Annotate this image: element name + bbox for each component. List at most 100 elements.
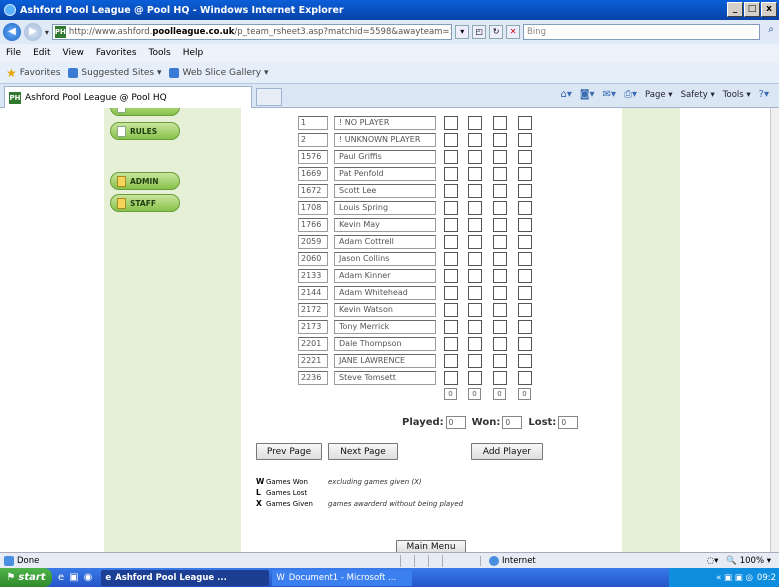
game-result-box[interactable]	[518, 235, 532, 249]
quick-launch-desktop-icon[interactable]: ▣	[69, 572, 78, 583]
game-result-box[interactable]	[468, 320, 482, 334]
game-result-box[interactable]	[518, 184, 532, 198]
player-id-field[interactable]: 2133	[298, 269, 328, 283]
game-result-box[interactable]	[493, 269, 507, 283]
menu-file[interactable]: File	[6, 48, 21, 58]
player-id-field[interactable]: 2221	[298, 354, 328, 368]
protected-mode-icon[interactable]: ◌▾	[707, 556, 719, 566]
page-menu[interactable]: Page ▾	[645, 90, 673, 100]
forward-button[interactable]: ▶	[23, 23, 42, 41]
game-result-box[interactable]	[493, 150, 507, 164]
minimize-button[interactable]: _	[727, 2, 743, 17]
player-id-field[interactable]: 2236	[298, 371, 328, 385]
quick-launch-ie-icon[interactable]: e	[58, 572, 64, 583]
player-id-field[interactable]: 1576	[298, 150, 328, 164]
player-id-field[interactable]: 2059	[298, 235, 328, 249]
player-name-field[interactable]: JANE LAWRENCE	[334, 354, 436, 368]
player-name-field[interactable]: Louis Spring	[334, 201, 436, 215]
game-result-box[interactable]	[518, 303, 532, 317]
search-input[interactable]: Bing	[523, 24, 761, 40]
total-field[interactable]: 0	[518, 388, 531, 400]
game-result-box[interactable]	[518, 252, 532, 266]
game-result-box[interactable]	[468, 286, 482, 300]
game-result-box[interactable]	[444, 167, 458, 181]
player-name-field[interactable]: Scott Lee	[334, 184, 436, 198]
game-result-box[interactable]	[444, 133, 458, 147]
player-name-field[interactable]: Steve Tomsett	[334, 371, 436, 385]
game-result-box[interactable]	[493, 133, 507, 147]
game-result-box[interactable]	[493, 167, 507, 181]
game-result-box[interactable]	[493, 184, 507, 198]
game-result-box[interactable]	[468, 337, 482, 351]
game-result-box[interactable]	[518, 286, 532, 300]
player-id-field[interactable]: 2144	[298, 286, 328, 300]
menu-help[interactable]: Help	[183, 48, 204, 58]
game-result-box[interactable]	[444, 303, 458, 317]
help-icon[interactable]: ?▾	[759, 89, 769, 100]
game-result-box[interactable]	[468, 184, 482, 198]
game-result-box[interactable]	[518, 337, 532, 351]
zoom-level[interactable]: 🔍 100% ▾	[726, 556, 771, 566]
home-icon[interactable]: ⌂▾	[560, 89, 571, 100]
game-result-box[interactable]	[444, 201, 458, 215]
player-id-field[interactable]: 1	[298, 116, 328, 130]
game-result-box[interactable]	[493, 286, 507, 300]
game-result-box[interactable]	[493, 371, 507, 385]
player-id-field[interactable]: 1766	[298, 218, 328, 232]
add-player-button[interactable]: Add Player	[471, 443, 543, 460]
game-result-box[interactable]	[444, 371, 458, 385]
back-button[interactable]: ◀	[3, 23, 21, 41]
main-menu-button[interactable]: Main Menu	[396, 540, 466, 552]
game-result-box[interactable]	[518, 150, 532, 164]
game-result-box[interactable]	[444, 184, 458, 198]
game-result-box[interactable]	[444, 116, 458, 130]
taskbar-item-word[interactable]: W Document1 - Microsoft ...	[272, 569, 413, 586]
game-result-box[interactable]	[518, 201, 532, 215]
player-name-field[interactable]: Kevin Watson	[334, 303, 436, 317]
game-result-box[interactable]	[444, 218, 458, 232]
game-result-box[interactable]	[518, 371, 532, 385]
tools-menu[interactable]: Tools ▾	[723, 90, 751, 100]
game-result-box[interactable]	[493, 252, 507, 266]
game-result-box[interactable]	[493, 201, 507, 215]
player-id-field[interactable]: 2201	[298, 337, 328, 351]
nav-button-partial[interactable]	[110, 108, 180, 116]
player-id-field[interactable]: 1672	[298, 184, 328, 198]
game-result-box[interactable]	[518, 269, 532, 283]
menu-edit[interactable]: Edit	[33, 48, 50, 58]
game-result-box[interactable]	[468, 116, 482, 130]
game-result-box[interactable]	[444, 150, 458, 164]
address-dropdown-icon[interactable]: ▾	[455, 25, 470, 39]
game-result-box[interactable]	[468, 354, 482, 368]
total-field[interactable]: 0	[493, 388, 506, 400]
search-icon[interactable]: ⌕	[763, 24, 779, 40]
player-name-field[interactable]: Tony Merrick	[334, 320, 436, 334]
tray-icons[interactable]: « ▣ ▣ ◎	[716, 573, 753, 583]
game-result-box[interactable]	[493, 320, 507, 334]
game-result-box[interactable]	[444, 252, 458, 266]
game-result-box[interactable]	[468, 303, 482, 317]
played-field[interactable]: 0	[445, 416, 466, 429]
game-result-box[interactable]	[444, 269, 458, 283]
player-id-field[interactable]: 2	[298, 133, 328, 147]
player-name-field[interactable]: Kevin May	[334, 218, 436, 232]
web-slice-gallery-link[interactable]: Web Slice Gallery ▾	[169, 67, 268, 78]
game-result-box[interactable]	[493, 116, 507, 130]
next-page-button[interactable]: Next Page	[328, 443, 398, 460]
new-tab-button[interactable]	[256, 88, 282, 106]
game-result-box[interactable]	[518, 116, 532, 130]
taskbar-item-ie[interactable]: e Ashford Pool League ...	[101, 569, 270, 586]
game-result-box[interactable]	[444, 354, 458, 368]
game-result-box[interactable]	[493, 218, 507, 232]
game-result-box[interactable]	[468, 269, 482, 283]
admin-button[interactable]: ADMIN	[110, 172, 180, 190]
game-result-box[interactable]	[468, 201, 482, 215]
game-result-box[interactable]	[518, 167, 532, 181]
player-name-field[interactable]: ! NO PLAYER	[334, 116, 436, 130]
player-name-field[interactable]: Jason Collins	[334, 252, 436, 266]
prev-page-button[interactable]: Prev Page	[256, 443, 322, 460]
rules-button[interactable]: RULES	[110, 122, 180, 140]
player-name-field[interactable]: Paul Griffis	[334, 150, 436, 164]
refresh-icon[interactable]: ↻	[489, 25, 504, 39]
player-id-field[interactable]: 1708	[298, 201, 328, 215]
